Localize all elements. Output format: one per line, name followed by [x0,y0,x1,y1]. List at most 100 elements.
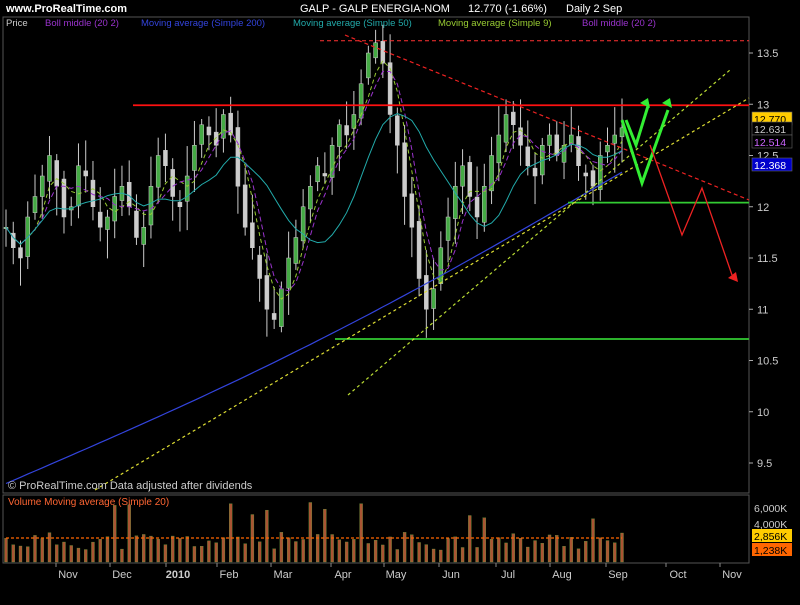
volume-bar [446,538,450,563]
x-tick-label: Mar [274,569,293,581]
candle-body [61,178,67,218]
candle-body [402,142,407,197]
candle-body [460,165,465,187]
legend-item: Moving average (Simple 9) [438,18,552,29]
volume-bar [156,538,160,563]
volume-bar [330,534,334,563]
x-tick-label: Oct [669,569,686,581]
volume-bar [69,545,73,563]
candle-body [206,126,212,136]
volume-bar [468,515,472,563]
volume-bar [200,546,204,563]
candle-body [344,125,349,136]
volume-bar [555,535,559,563]
volume-bar [257,541,262,563]
candle-body [155,155,161,188]
stock-chart: www.ProRealTime.com GALP - GALP ENERGIA-… [0,0,800,600]
volume-bar [381,544,385,563]
volume-bar [185,536,189,563]
price-badges: 12.77012.63112.51412.368 [751,111,793,172]
candle-body [503,114,509,143]
x-tick-label: Dec [112,569,132,581]
volume-bar [395,549,399,563]
volume-bar [497,537,501,563]
candle-body [286,257,291,289]
x-tick-label: Feb [220,569,239,581]
x-tick-label: Apr [334,569,351,581]
x-tick-label: Nov [58,569,78,581]
volume-bar [163,544,168,563]
x-tick-label: Sep [608,569,628,581]
volume-bar [439,549,443,563]
volume-bar [591,518,595,563]
candle-body [322,173,328,177]
volume-bar [18,545,23,563]
volume-legend: Volume Moving average (Simple 20) [8,497,169,508]
chart-svg: www.ProRealTime.com GALP - GALP ENERGIA-… [2,3,793,581]
candle-body [105,216,110,230]
volume-bar [344,541,349,563]
candle-body [315,165,320,183]
candle-body [576,136,581,166]
y-tick-label: 12 [757,202,769,214]
candle-body [358,83,364,119]
y-tick-label: 10.5 [757,356,778,368]
volume-bar [214,542,218,563]
price-badge-label: 12.631 [754,124,786,136]
candle-body [134,210,139,238]
candle-body [177,201,183,208]
x-tick-label: Aug [552,569,572,581]
legend-item: Price [6,18,28,29]
candle-body [373,42,378,59]
legend-item: Moving average (Simple 50) [293,18,412,29]
volume-bar [279,532,284,563]
candle-body [445,216,451,241]
candle-body [148,186,154,226]
y-tick-label: 9.5 [757,458,772,470]
candle-body [409,193,415,228]
volume-bar [113,505,117,563]
volume-bar [265,509,269,563]
candle-body [554,134,560,156]
y-tick-label: 11 [757,304,768,316]
candle-body [112,196,117,222]
volume-bar [47,532,52,563]
candle-body [605,145,610,153]
volume-bar [26,546,30,563]
candle-body [590,170,596,187]
candle-body [271,313,277,320]
candle-body [47,155,52,182]
y-axis: 9.51010.51111.51212.51313.5 [749,48,778,470]
volume-bar [562,546,566,563]
legend-item: Boll middle (20 2) [582,18,656,29]
volume-bar [352,539,356,563]
volume-bar [286,537,291,563]
candle-body [308,186,313,210]
candle-body [416,221,422,279]
volume-bar [453,536,457,563]
candle-body [474,196,480,218]
volume-bar [526,546,530,563]
volume-bar [598,537,602,563]
volume-bar [40,538,44,563]
volume-bar [76,547,81,563]
volume-bar [149,535,153,563]
volume-bar [62,541,66,563]
volume-bar [323,508,327,563]
candle-body [32,196,38,213]
volume-bar [11,544,15,563]
volume-bar [294,541,298,563]
candle-body [97,211,103,228]
volume-bar [518,538,523,563]
volume-bar [533,540,537,563]
x-tick-label: Nov [722,569,742,581]
x-tick-label: Jun [442,569,460,581]
volume-badge-label: 1,238K [754,545,787,557]
volume-bar [482,517,486,563]
volume-bar [584,541,588,563]
volume-bar [489,539,494,563]
volume-tick-label: 6,000K [754,503,787,515]
y-tick-label: 11.5 [757,253,778,265]
candle-body [54,160,59,187]
x-axis: Nov Dec 2010 Feb Mar Apr May Jun Jul Aug Sep Oct Nov [55,563,742,581]
